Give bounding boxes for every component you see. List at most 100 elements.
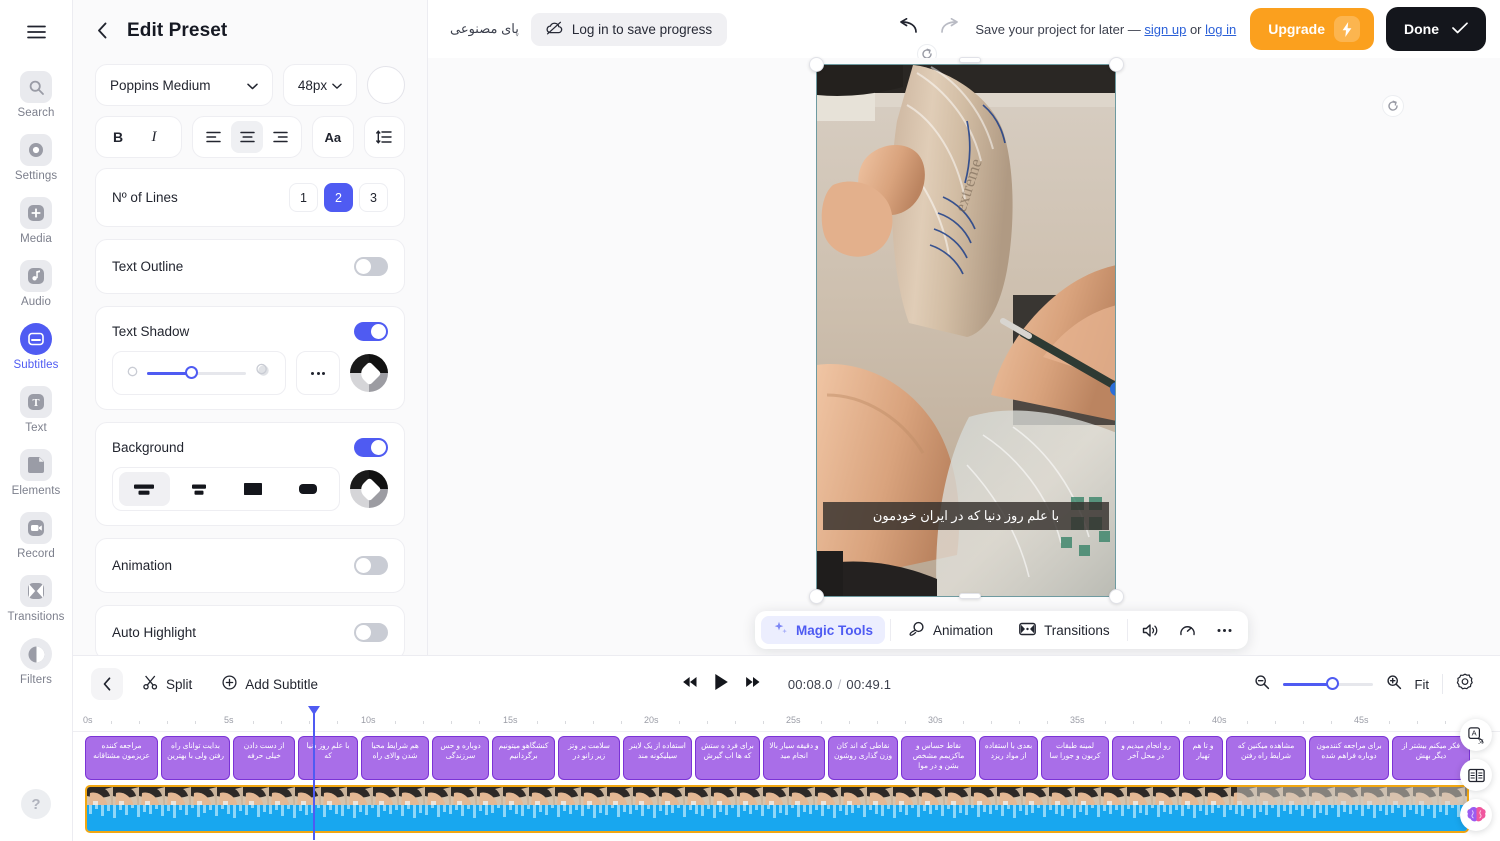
paint-bucket-icon[interactable] [350, 354, 388, 392]
font-size-select[interactable]: 48px [283, 64, 357, 106]
table-row[interactable]: برای فرد ه ستش که ها اب گیرش [695, 736, 760, 780]
sidebar-item-record[interactable]: Record [0, 503, 73, 566]
bg-style-two-lines-narrow[interactable] [174, 472, 225, 506]
text-case-button[interactable]: Aa [312, 116, 354, 158]
skip-forward-icon[interactable] [745, 675, 760, 693]
login-to-save-button[interactable]: Log in to save progress [530, 12, 728, 46]
align-center-button[interactable] [231, 121, 263, 153]
more-dots-icon[interactable] [296, 351, 340, 395]
bg-style-solid-rect[interactable] [228, 472, 279, 506]
animation-button[interactable]: Animation [896, 616, 1005, 644]
shadow-slider-track[interactable] [147, 366, 246, 379]
sidebar-item-search[interactable]: Search [0, 62, 73, 125]
playhead[interactable] [307, 706, 320, 840]
upgrade-button[interactable]: Upgrade [1250, 8, 1374, 50]
zoom-slider-thumb[interactable] [1325, 677, 1339, 690]
table-row[interactable]: فکر میکنم بیشتر از دیگر بهش [1392, 736, 1470, 780]
help-button[interactable]: ? [21, 789, 51, 819]
resize-handle-top-right[interactable] [1109, 57, 1124, 72]
zoom-slider[interactable] [1282, 677, 1373, 690]
zoom-in-icon[interactable] [1386, 674, 1402, 695]
dictionary-float-button[interactable] [1460, 759, 1492, 791]
log-in-link[interactable]: log in [1205, 22, 1236, 37]
table-row[interactable]: از دست دادن خیلی حرفه [233, 736, 295, 780]
italic-button[interactable]: I [137, 121, 171, 153]
table-row[interactable]: و دقیقه سیار بالا انجام مید [763, 736, 825, 780]
playhead-handle[interactable] [307, 706, 320, 715]
lines-option-1[interactable]: 1 [289, 183, 318, 212]
translate-float-button[interactable]: A文 [1460, 719, 1492, 751]
table-row[interactable]: رو انجام میدیم و در محل آخر [1112, 736, 1180, 780]
speaker-icon[interactable] [1133, 616, 1168, 644]
sidebar-item-settings[interactable]: Settings [0, 125, 73, 188]
sidebar-item-filters[interactable]: Filters [0, 629, 73, 692]
table-row[interactable]: مراجعه کننده عزیزمون مشتاقانه [85, 736, 158, 780]
table-row[interactable]: بعدی با استفاده از مواد ریزد [979, 736, 1038, 780]
auto-highlight-toggle[interactable] [354, 623, 388, 642]
table-row[interactable]: دوباره و حس سرزندگی [432, 736, 489, 780]
lines-option-3[interactable]: 3 [359, 183, 388, 212]
chevron-left-icon[interactable] [97, 22, 115, 40]
rotate-handle-icon[interactable] [1382, 95, 1404, 117]
speedometer-icon[interactable] [1170, 616, 1205, 644]
resize-handle-bottom-right[interactable] [1109, 589, 1124, 604]
align-right-button[interactable] [265, 121, 296, 153]
sidebar-item-subtitles[interactable]: Subtitles [0, 314, 73, 377]
line-height-icon[interactable] [363, 116, 405, 158]
fit-button[interactable]: Fit [1415, 677, 1429, 692]
bg-style-two-lines-wide[interactable] [119, 472, 170, 506]
split-button[interactable]: Split [133, 675, 202, 693]
font-family-select[interactable]: Poppins Medium [95, 64, 273, 106]
sidebar-item-media[interactable]: Media [0, 188, 73, 251]
magic-tools-button[interactable]: Magic Tools [761, 616, 886, 644]
sidebar-item-transitions[interactable]: Transitions [0, 566, 73, 629]
ai-brain-float-button[interactable] [1460, 799, 1492, 831]
resize-handle-bottom-middle[interactable] [959, 593, 981, 599]
lines-option-2[interactable]: 2 [324, 183, 353, 212]
undo-arrow-icon[interactable] [895, 17, 919, 40]
paint-bucket-icon[interactable] [350, 470, 388, 508]
bold-button[interactable]: B [101, 121, 135, 153]
sidebar-item-elements[interactable]: Elements [0, 440, 73, 503]
video-audio-track[interactable] [85, 785, 1469, 833]
background-toggle[interactable] [354, 438, 388, 457]
zoom-out-icon[interactable] [1254, 674, 1270, 695]
hamburger-icon[interactable] [18, 14, 54, 50]
table-row[interactable]: استفاده از یک لاینر سیلیکونه مند [623, 736, 692, 780]
text-outline-toggle[interactable] [354, 257, 388, 276]
sidebar-item-text[interactable]: T Text [0, 377, 73, 440]
table-row[interactable]: مشاهده میکنین که شرایط راه رفتن [1226, 736, 1306, 780]
table-row[interactable]: سلامت پر وتز زیر زانو در [558, 736, 620, 780]
timeline-back-button[interactable] [91, 668, 123, 700]
gear-icon[interactable] [1456, 673, 1474, 696]
resize-handle-top-middle[interactable] [959, 57, 981, 63]
translate-icon[interactable]: A文 [1460, 719, 1492, 751]
bg-style-rounded-rect[interactable] [283, 472, 334, 506]
brain-ai-icon[interactable] [1460, 799, 1492, 831]
subtitle-overlay[interactable]: با علم روز دنیا که در ایران خودمون [823, 502, 1109, 530]
table-row[interactable]: هم شرایط محیا شدن والای راه [361, 736, 429, 780]
table-row[interactable]: بدایت توانای راه رفتن ولی با بهترین [161, 736, 230, 780]
table-row[interactable]: کنشگاهو میتونیم برگردانیم [492, 736, 555, 780]
add-subtitle-button[interactable]: Add Subtitle [212, 675, 328, 693]
text-color-swatch[interactable] [367, 66, 405, 104]
table-row[interactable]: با علم روز دنیا که [298, 736, 358, 780]
dictionary-book-icon[interactable] [1460, 759, 1492, 791]
video-preview[interactable]: extreme با علم روز دنیا که در ایران خودم… [816, 64, 1116, 597]
shadow-slider-thumb[interactable] [184, 366, 198, 379]
skip-back-icon[interactable] [682, 675, 697, 693]
animation-toggle[interactable] [354, 556, 388, 575]
sign-up-link[interactable]: sign up [1144, 22, 1186, 37]
align-left-button[interactable] [198, 121, 229, 153]
transitions-button[interactable]: Transitions [1007, 616, 1122, 644]
play-icon[interactable] [713, 673, 729, 696]
sidebar-item-audio[interactable]: Audio [0, 251, 73, 314]
timeline-ruler[interactable]: 0s 5s 10s 15s 20s 25s 30s 35s 40s 45s [73, 712, 1500, 732]
table-row[interactable]: نقاط حساس و ماکزیمم مشخص بشن و در موا [901, 736, 976, 780]
resize-handle-bottom-left[interactable] [809, 589, 824, 604]
text-shadow-toggle[interactable] [354, 322, 388, 341]
table-row[interactable]: نقاطی که اند کان وزن گذاری روشون [828, 736, 898, 780]
table-row[interactable]: برای مراجعه کنندمون دوباره فراهم شده [1309, 736, 1389, 780]
table-row[interactable]: لمینه طبقات کربون و جورا سا [1041, 736, 1109, 780]
more-dots-icon[interactable] [1207, 616, 1242, 644]
